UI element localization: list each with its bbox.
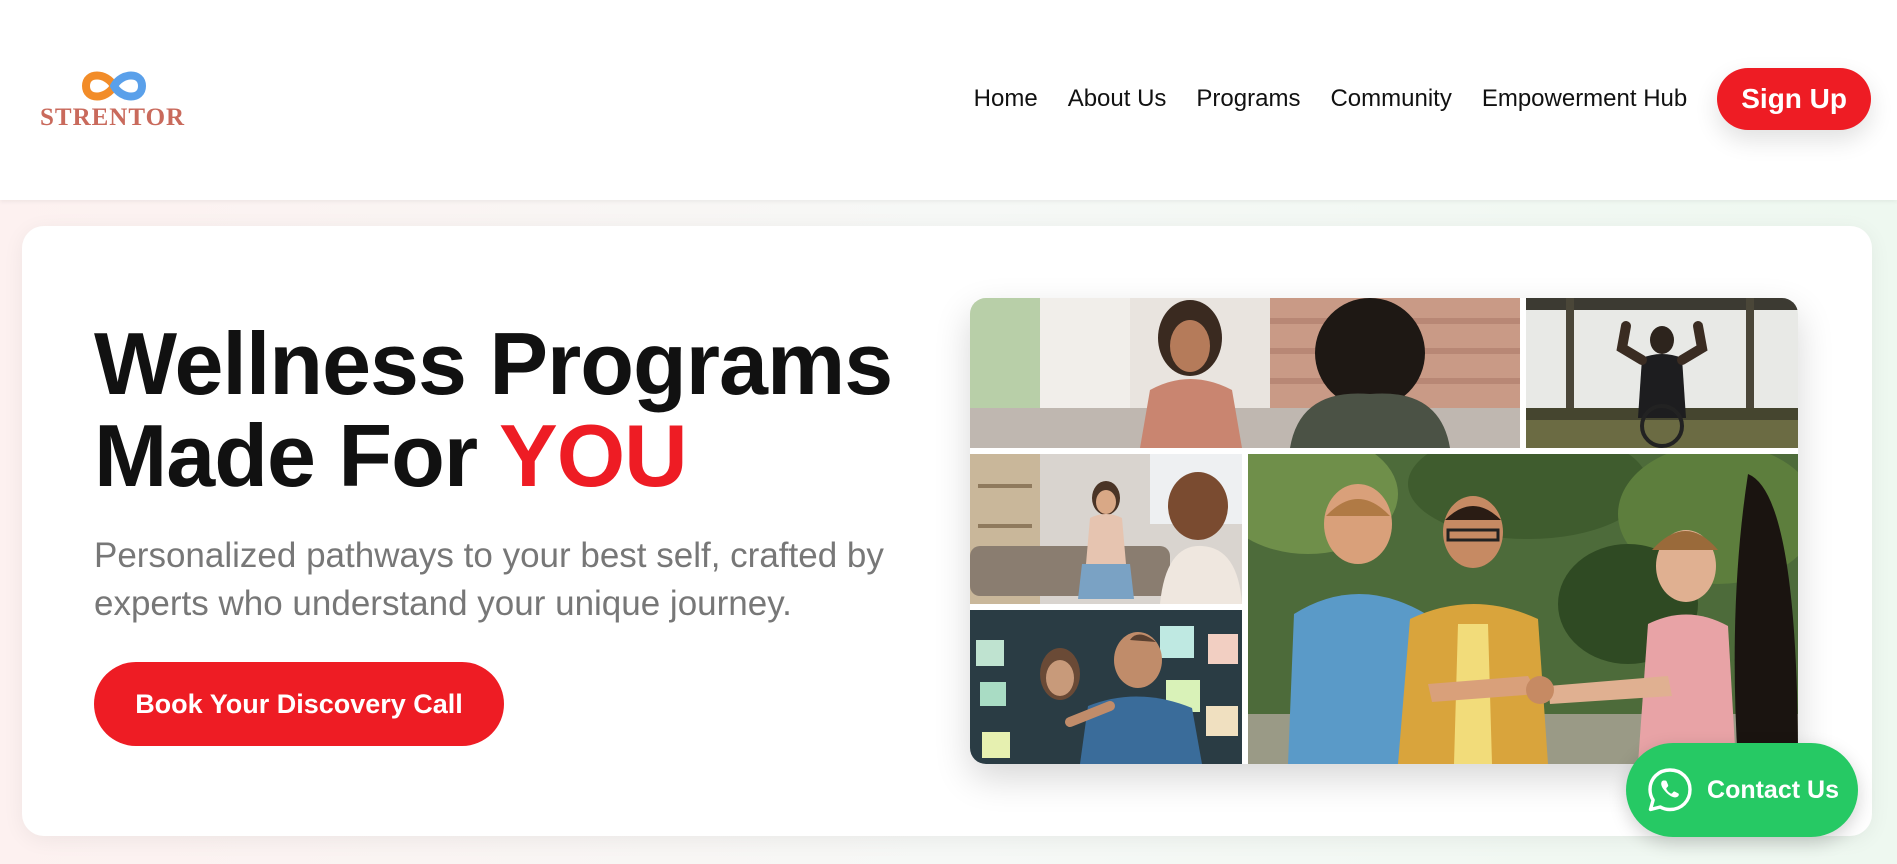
hero-card: Wellness Programs Made For YOU Personali… — [22, 226, 1872, 836]
contact-us-button[interactable]: Contact Us — [1626, 743, 1858, 837]
nav-programs[interactable]: Programs — [1196, 85, 1300, 113]
hero-title-line2: Made For — [94, 406, 500, 505]
wheelchair-strength-photo — [1526, 298, 1798, 448]
sign-up-button[interactable]: Sign Up — [1717, 68, 1871, 130]
nav-community[interactable]: Community — [1330, 85, 1451, 113]
nav-about-us[interactable]: About Us — [1068, 85, 1167, 113]
contact-us-label: Contact Us — [1707, 775, 1839, 804]
hero-title: Wellness Programs Made For YOU — [94, 318, 893, 505]
nav-empowerment-hub[interactable]: Empowerment Hub — [1482, 85, 1687, 113]
brand-logo[interactable]: STRENTOR — [40, 66, 185, 132]
team-fist-bump-photo — [1248, 454, 1798, 764]
hero-subtitle: Personalized pathways to your best self,… — [94, 536, 884, 623]
nav-home[interactable]: Home — [974, 85, 1038, 113]
photo-collage — [970, 298, 1798, 764]
main-nav: Home About Us Programs Community Empower… — [974, 68, 1871, 130]
book-discovery-call-button[interactable]: Book Your Discovery Call — [94, 662, 504, 746]
infinity-logo-icon — [81, 71, 147, 101]
whatsapp-icon — [1648, 768, 1692, 812]
hero-title-line1: Wellness Programs — [94, 314, 893, 413]
counseling-session-photo — [970, 298, 1520, 448]
sticky-notes-brainstorm-photo — [970, 610, 1242, 764]
site-header: STRENTOR Home About Us Programs Communit… — [0, 0, 1897, 200]
therapy-couch-photo — [970, 454, 1242, 604]
hero-title-accent: YOU — [499, 406, 688, 505]
brand-name: STRENTOR — [40, 104, 186, 131]
